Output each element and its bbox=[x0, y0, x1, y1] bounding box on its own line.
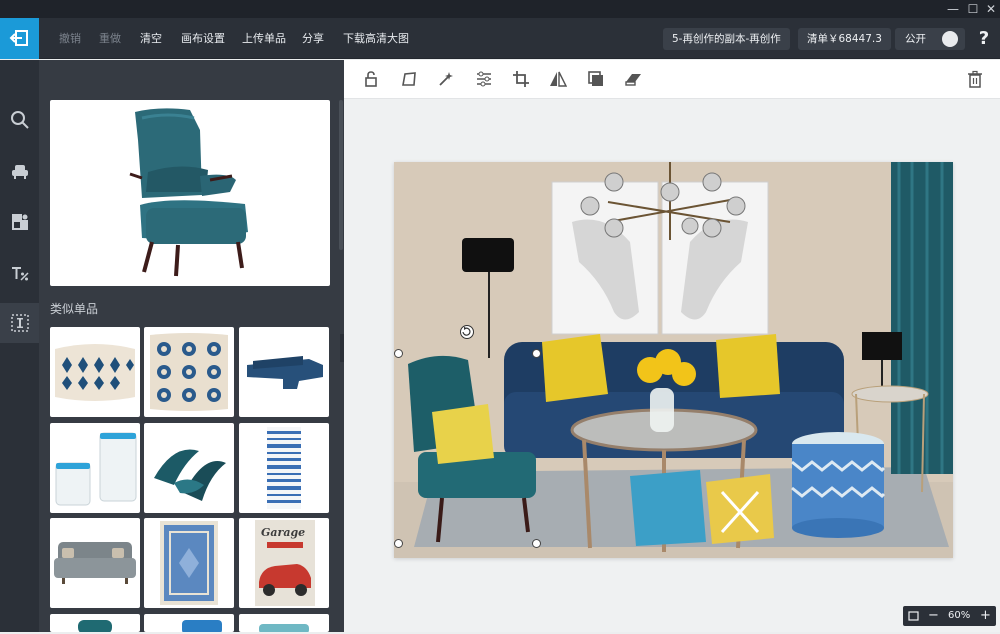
container-image bbox=[55, 432, 137, 506]
title-bar: — ☐ ✕ bbox=[0, 0, 1000, 18]
public-toggle[interactable]: 公开 bbox=[895, 28, 965, 50]
sectional-sofa-image bbox=[247, 356, 323, 389]
eraser-icon[interactable] bbox=[624, 70, 642, 88]
share-button[interactable]: 分享 bbox=[302, 18, 324, 59]
garage-poster-image: Garage bbox=[255, 520, 315, 606]
zoom-out-button[interactable]: − bbox=[928, 606, 939, 626]
crop-icon[interactable] bbox=[512, 70, 530, 88]
striped-rug-image bbox=[267, 427, 301, 509]
maximize-button[interactable]: ☐ bbox=[964, 1, 982, 17]
thumbnail-item[interactable] bbox=[144, 423, 234, 513]
thumbnail-item[interactable] bbox=[144, 518, 234, 608]
resize-handle-top-left[interactable] bbox=[394, 349, 403, 358]
zoom-level: 60% bbox=[948, 610, 971, 621]
rotate-icon bbox=[462, 326, 471, 336]
download-hd-button[interactable]: 下载高清大图 bbox=[343, 18, 409, 59]
thumbnail-item[interactable] bbox=[239, 614, 329, 632]
thumbnail-item[interactable]: Garage bbox=[239, 518, 329, 608]
gray-sofa-image bbox=[54, 542, 136, 584]
pillow-image bbox=[150, 333, 228, 411]
exit-icon bbox=[9, 30, 28, 46]
nav-decor[interactable] bbox=[0, 202, 39, 242]
edit-toolbar bbox=[344, 60, 1000, 99]
thumbnail-item[interactable] bbox=[239, 327, 329, 417]
selected-item-preview bbox=[50, 100, 330, 286]
canvas-settings-button[interactable]: 画布设置 bbox=[181, 18, 225, 59]
rotate-handle[interactable] bbox=[460, 325, 474, 339]
thumbnail-item[interactable] bbox=[144, 327, 234, 417]
nav-selection[interactable] bbox=[0, 303, 39, 343]
thumbnail-item[interactable] bbox=[239, 423, 329, 513]
distort-icon[interactable] bbox=[400, 70, 418, 88]
minimize-button[interactable]: — bbox=[944, 1, 962, 17]
flip-icon[interactable] bbox=[549, 70, 567, 88]
thumbnail-item[interactable] bbox=[50, 327, 140, 417]
text-icon bbox=[11, 267, 29, 281]
redo-button[interactable]: 重做 bbox=[99, 18, 121, 59]
unlock-icon[interactable] bbox=[362, 70, 380, 88]
left-nav bbox=[0, 60, 39, 632]
zoom-in-button[interactable]: + bbox=[980, 606, 991, 626]
similar-items-title: 类似单品 bbox=[50, 302, 99, 316]
nav-text[interactable] bbox=[0, 253, 39, 293]
fit-screen-icon[interactable] bbox=[908, 606, 919, 634]
thumbnail-item[interactable] bbox=[50, 518, 140, 608]
magic-wand-icon[interactable] bbox=[437, 70, 455, 88]
trash-icon[interactable] bbox=[966, 70, 984, 88]
nav-furniture[interactable] bbox=[0, 152, 39, 192]
blue-rug-image bbox=[160, 521, 218, 605]
sculpture-image bbox=[154, 449, 226, 501]
toggle-knob bbox=[942, 31, 958, 47]
selection-icon bbox=[10, 314, 29, 332]
chair-image bbox=[78, 620, 112, 632]
armchair-icon bbox=[11, 165, 28, 179]
thumbnail-item[interactable] bbox=[144, 614, 234, 632]
price-list-button[interactable]: 清单￥68447.3 bbox=[798, 28, 891, 50]
chair-image bbox=[259, 624, 309, 632]
search-icon bbox=[10, 111, 29, 129]
undo-button[interactable]: 撤销 bbox=[59, 18, 81, 59]
resize-handle-bottom-right[interactable] bbox=[532, 539, 541, 548]
svg-text:Garage: Garage bbox=[261, 526, 305, 539]
upload-item-button[interactable]: 上传单品 bbox=[242, 18, 286, 59]
chair-image bbox=[182, 620, 222, 632]
public-label: 公开 bbox=[905, 33, 926, 45]
help-button[interactable]: ? bbox=[968, 18, 1000, 59]
close-button[interactable]: ✕ bbox=[982, 1, 1000, 17]
layer-icon[interactable] bbox=[587, 70, 605, 88]
resize-handle-bottom-left[interactable] bbox=[394, 539, 403, 548]
design-board[interactable] bbox=[394, 162, 953, 558]
room-collage-image bbox=[394, 162, 953, 558]
adjust-icon[interactable] bbox=[475, 70, 493, 88]
thumbnail-item[interactable] bbox=[50, 614, 140, 632]
nav-search[interactable] bbox=[0, 100, 39, 140]
thumbnail-item[interactable] bbox=[50, 423, 140, 513]
resize-handle-top-right[interactable] bbox=[532, 349, 541, 358]
project-title[interactable]: 5-再创作的副本-再创作 bbox=[663, 28, 790, 50]
armchair-image bbox=[129, 108, 248, 277]
panel-scrollbar[interactable] bbox=[339, 100, 343, 250]
clear-button[interactable]: 清空 bbox=[140, 18, 162, 59]
zoom-control: − 60% + bbox=[903, 606, 996, 626]
decor-icon bbox=[11, 214, 28, 230]
exit-button[interactable] bbox=[0, 18, 39, 59]
pillow-image bbox=[55, 344, 135, 401]
